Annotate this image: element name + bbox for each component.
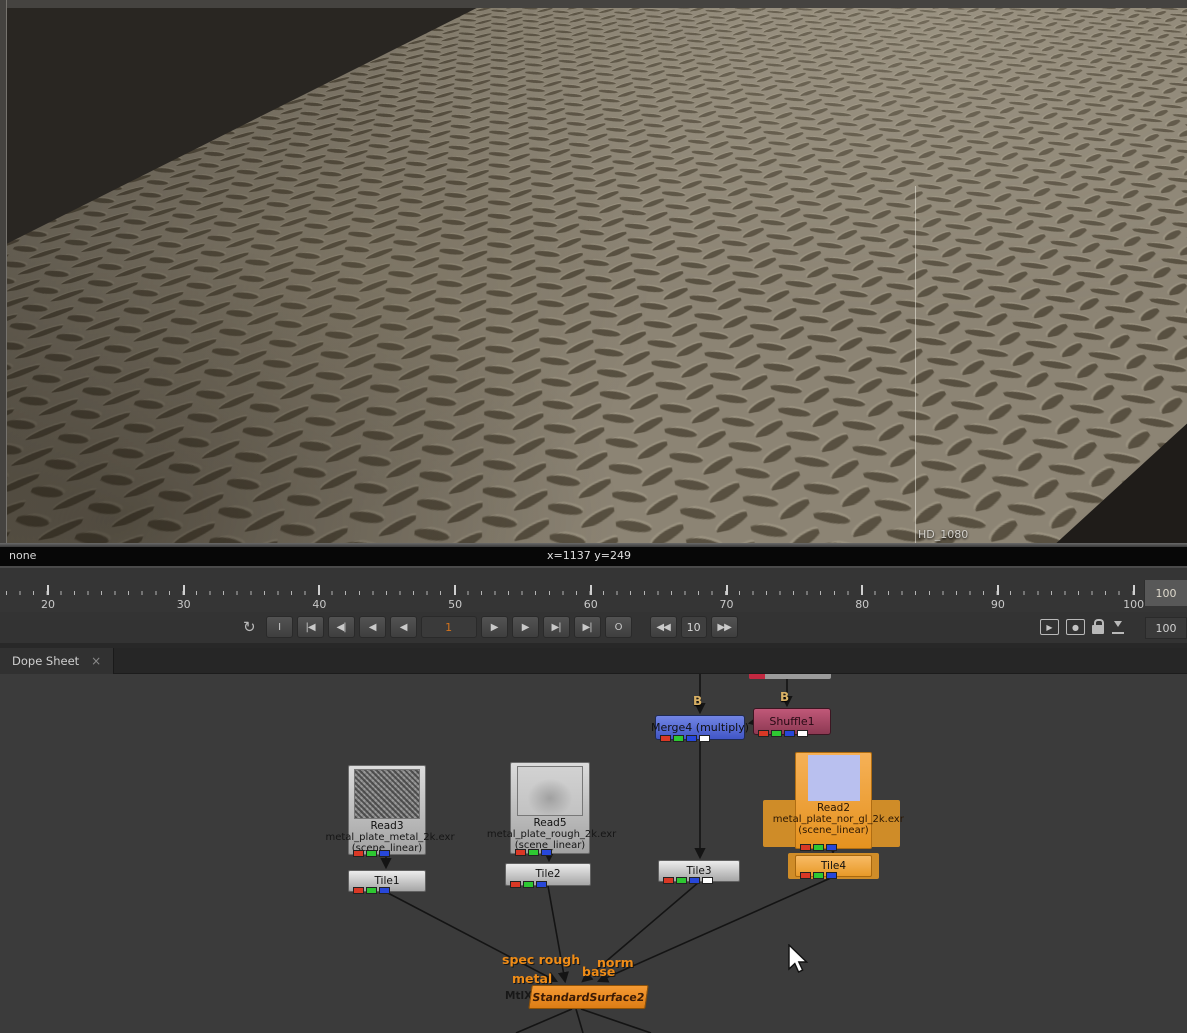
channel-chips	[353, 887, 390, 894]
loop-mode-icon[interactable]: ↻	[243, 618, 256, 636]
playback-range-field[interactable]: 100	[1145, 617, 1187, 639]
surface-node-prefix: MtlX	[505, 990, 532, 1002]
play-forward-button[interactable]: ▶	[512, 616, 539, 638]
viewer-status-bar: none x=1137 y=249	[0, 547, 1187, 566]
node-tile3[interactable]: Tile3	[658, 860, 740, 882]
ruler-label: 50	[448, 598, 462, 611]
viewer-panel[interactable]: HD_1080	[0, 0, 1187, 543]
nuke-window: HD_1080 none x=1137 y=249 20 30 40 50 60 70 80…	[0, 0, 1187, 1033]
b-input-label: B	[693, 694, 702, 708]
lock-range-icon[interactable]	[1092, 625, 1104, 634]
viewer-top-border	[0, 0, 1187, 8]
channel-chips	[800, 872, 837, 879]
goto-end-button[interactable]: ▶|	[574, 616, 601, 638]
node-read2-selected[interactable]: Read2 metal_plate_nor_gl_2k.exr (scene_l…	[795, 752, 872, 849]
clipped-node-above[interactable]	[749, 674, 831, 679]
ruler-label: 20	[41, 598, 55, 611]
play-backward-button[interactable]: ◀	[359, 616, 386, 638]
ruler-label: 70	[720, 598, 734, 611]
input-label-norm: norm	[597, 955, 634, 970]
ruler-label: 60	[584, 598, 598, 611]
input-label-spec-rough: spec rough	[502, 952, 580, 967]
node-shuffle1[interactable]: Shuffle1	[753, 708, 831, 735]
tab-dope-sheet[interactable]: Dope Sheet ×	[0, 648, 114, 674]
range-end-field[interactable]: 100	[1144, 580, 1187, 606]
node-read5[interactable]: Read5 metal_plate_rough_2k.exr (scene_li…	[510, 762, 590, 854]
ruler-label: 90	[991, 598, 1005, 611]
ruler-label: 100	[1123, 598, 1144, 611]
next-keyframe-button[interactable]: ▶|	[543, 616, 570, 638]
status-none-label: none	[9, 549, 36, 562]
capture-icon[interactable]: ●	[1066, 619, 1085, 635]
step-forward-button[interactable]: ▶	[481, 616, 508, 638]
cursor-coordinates: x=1137 y=249	[547, 549, 631, 562]
flipbook-icon[interactable]: ▶	[1040, 619, 1059, 635]
node-read3[interactable]: Read3 metal_plate_metal_2k.exr (scene_li…	[348, 765, 426, 855]
save-frame-icon[interactable]	[1111, 620, 1125, 634]
read2-thumbnail	[808, 755, 860, 801]
read3-thumbnail	[354, 769, 420, 819]
channel-chips	[510, 881, 547, 888]
ruler-label: 30	[177, 598, 191, 611]
prev-keyframe-button[interactable]: ◀|	[328, 616, 355, 638]
b-input-label: B	[780, 690, 789, 704]
jump-back-button[interactable]: ◀◀	[650, 616, 677, 638]
format-boundary-left	[6, 0, 7, 543]
transport-bar: ↻ I |◀ ◀| ◀ ◀ 1 ▶ ▶ ▶| ▶| O ◀◀ 10 ▶▶ ▶ ●…	[0, 612, 1187, 643]
channel-chips	[660, 735, 710, 742]
ruler-label: 40	[312, 598, 326, 611]
node-connections	[0, 674, 1187, 1033]
current-frame-field[interactable]: 1	[421, 616, 477, 638]
tab-label: Dope Sheet	[12, 654, 79, 668]
channel-chips	[515, 849, 552, 856]
frame-increment-field[interactable]: 10	[681, 616, 707, 638]
channel-chips	[663, 877, 713, 884]
panel-tab-row: Dope Sheet ×	[0, 648, 1187, 674]
timeline-ruler[interactable]: 20 30 40 50 60 70 80 90 100 100	[0, 568, 1187, 612]
ruler-label: 80	[855, 598, 869, 611]
close-icon[interactable]: ×	[91, 654, 101, 668]
channel-chips	[800, 844, 837, 851]
mouse-cursor	[788, 944, 814, 976]
jump-forward-button[interactable]: ▶▶	[711, 616, 738, 638]
read5-thumbnail	[517, 766, 583, 816]
ruler-labels: 20 30 40 50 60 70 80 90 100	[0, 591, 1142, 612]
channel-chips	[353, 850, 390, 857]
stop-button[interactable]: O	[605, 616, 632, 638]
node-merge4[interactable]: Merge4 (multiply)	[655, 715, 745, 740]
goto-start-button[interactable]: |◀	[297, 616, 324, 638]
node-tile4-selected[interactable]: Tile4	[795, 855, 872, 877]
step-backward-button[interactable]: ◀	[390, 616, 417, 638]
node-tile2[interactable]: Tile2	[505, 863, 591, 886]
input-label-metal: metal	[512, 971, 552, 986]
in-marker-button[interactable]: I	[266, 616, 293, 638]
format-boundary-right	[915, 186, 916, 543]
format-label: HD_1080	[918, 528, 968, 541]
node-graph-panel[interactable]: B B Merge4 (multiply) Shuffle1 Read3 met…	[0, 674, 1187, 1033]
node-tile1[interactable]: Tile1	[348, 870, 426, 892]
node-mtlx-standard-surface2[interactable]: StandardSurface2	[528, 985, 648, 1009]
channel-chips	[758, 730, 808, 737]
